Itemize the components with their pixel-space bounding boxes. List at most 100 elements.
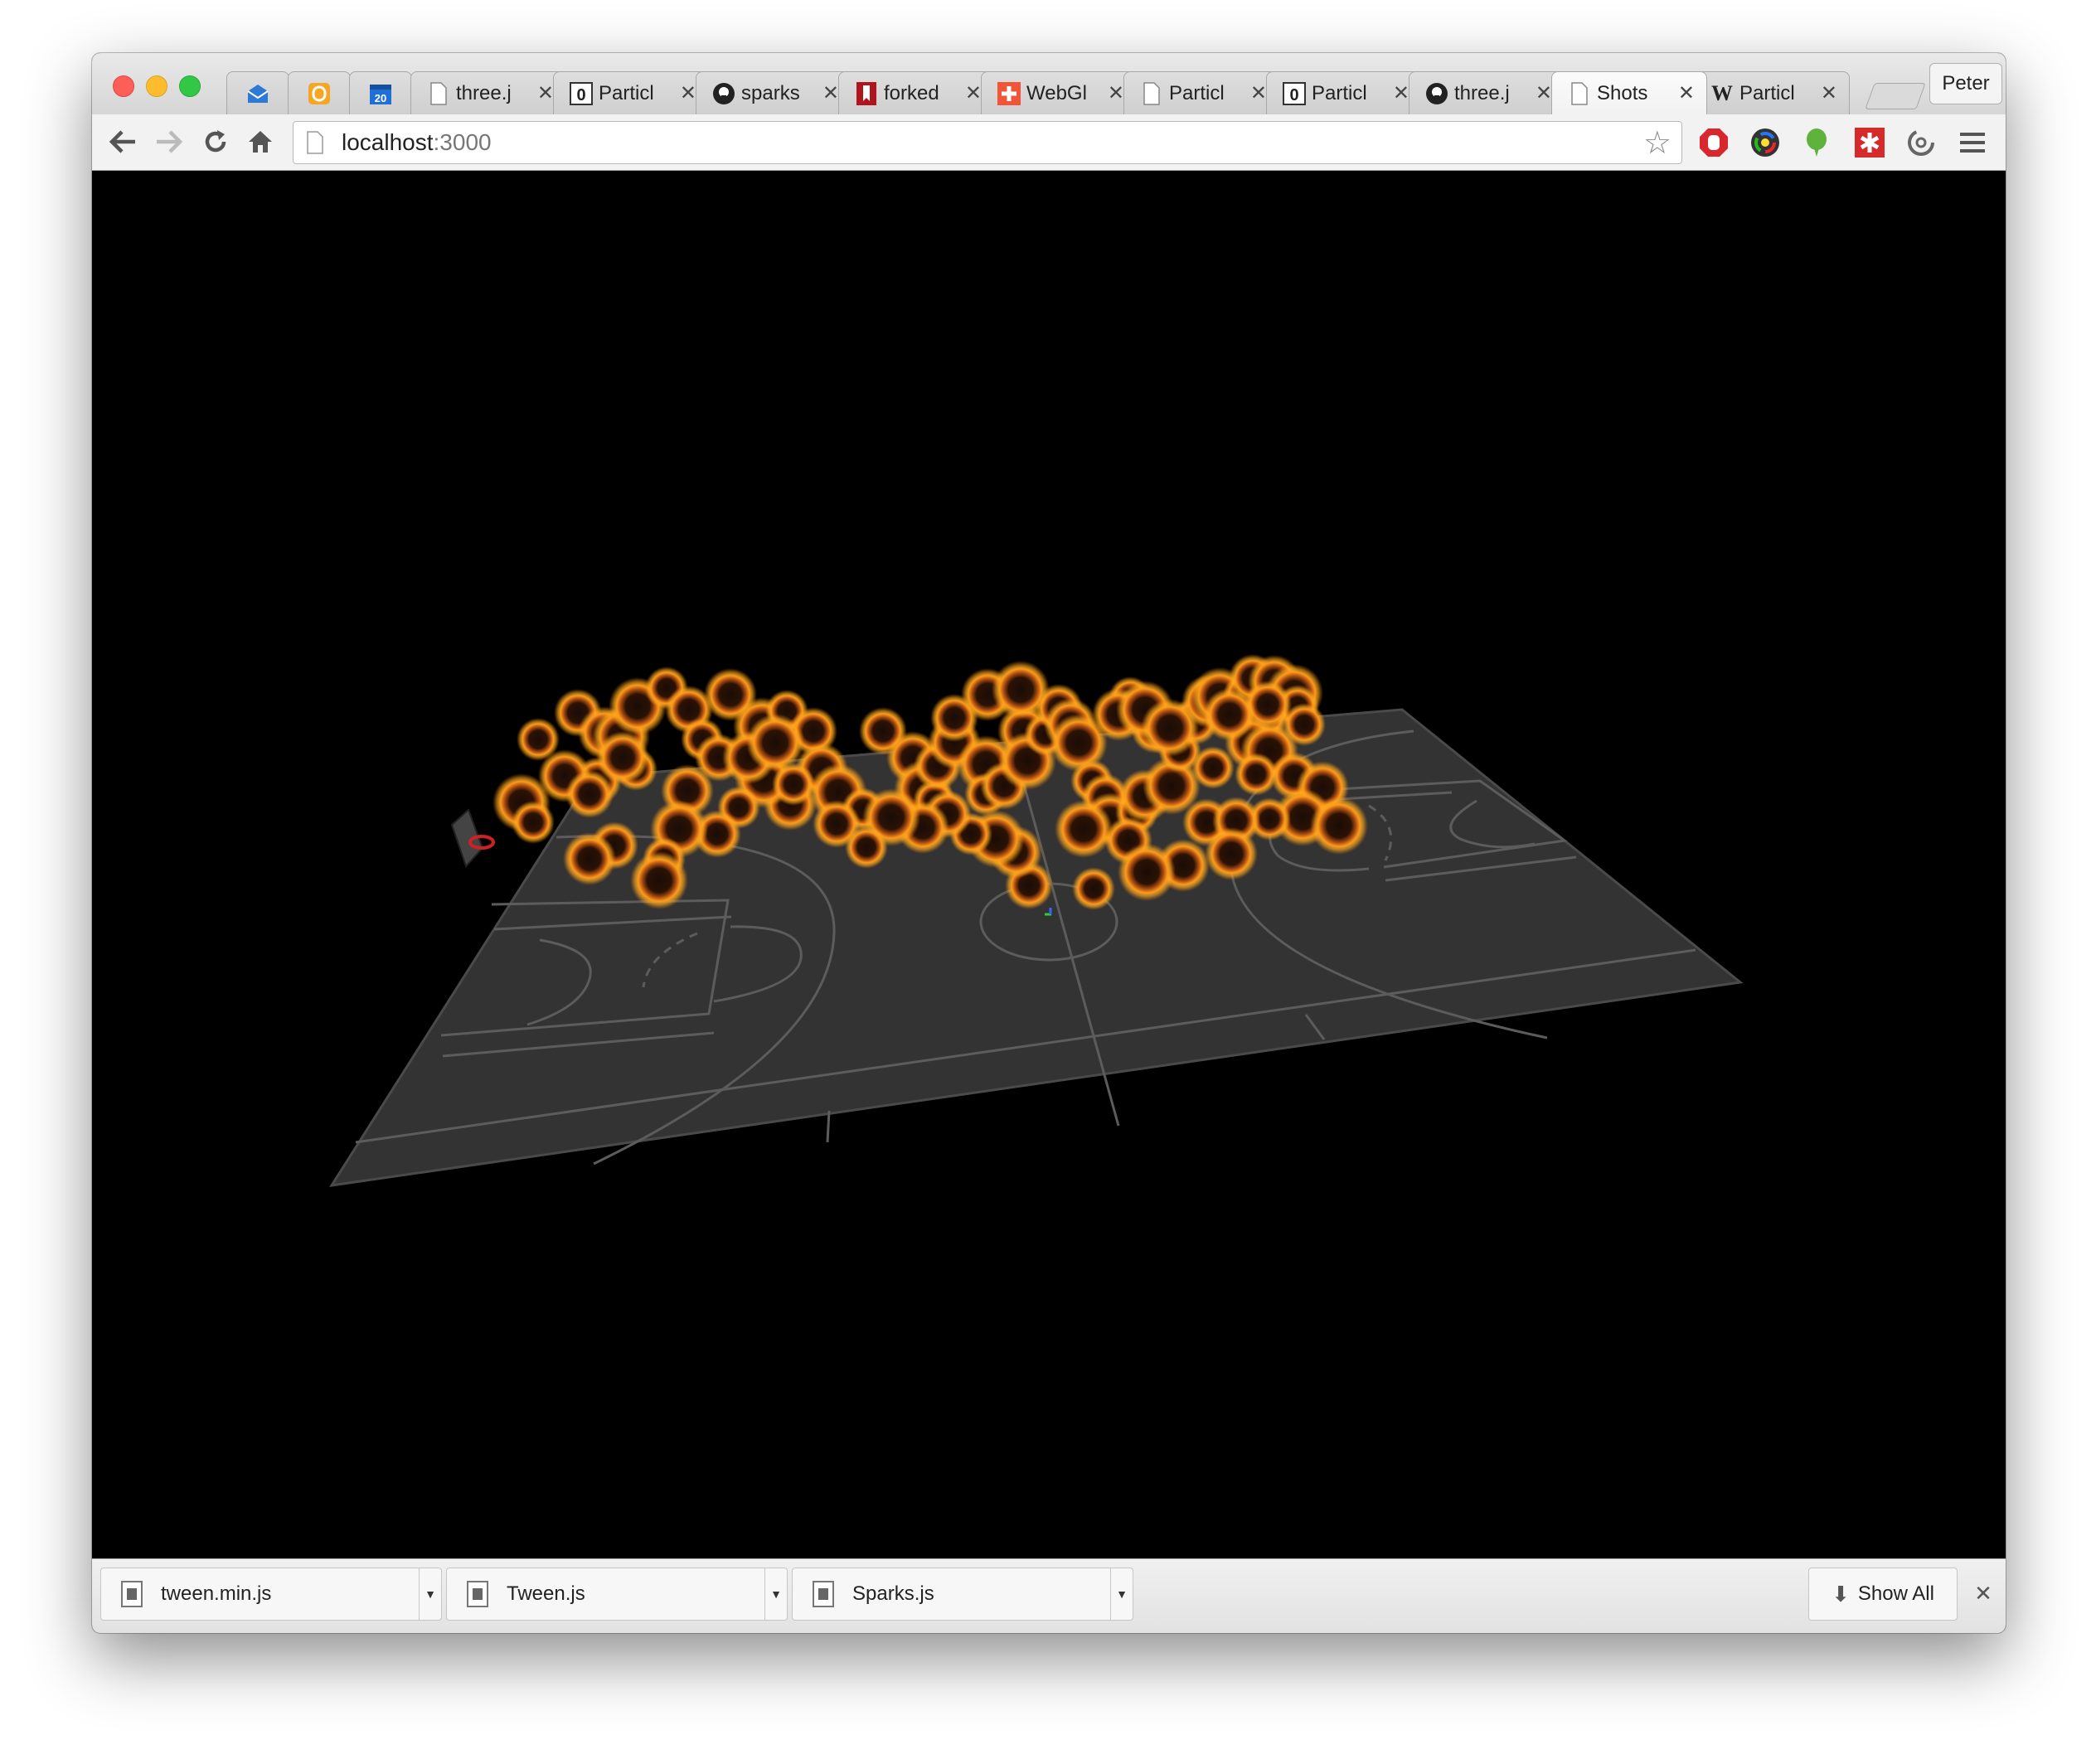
download-filename: Sparks.js [852, 1582, 934, 1605]
url-host: localhost [342, 129, 434, 155]
tab-particle-wiki[interactable]: W Particl ✕ [1694, 71, 1850, 114]
forward-button[interactable] [150, 123, 188, 161]
tab-label: Shots [1597, 81, 1648, 104]
tab-label: Particl [599, 81, 654, 104]
download-item[interactable]: Tween.js ▼ [446, 1568, 788, 1621]
toolbar: localhost:3000 ☆ [92, 114, 2006, 171]
home-icon [249, 131, 272, 153]
evernote-icon[interactable] [1800, 126, 1833, 159]
menu-icon[interactable] [1956, 126, 1989, 159]
bookmark-star-icon[interactable]: ☆ [1643, 124, 1671, 162]
calendar-icon: 20 [368, 81, 393, 106]
shot-particle [1203, 688, 1256, 741]
window-maximize-button[interactable] [179, 75, 201, 97]
window-minimize-button[interactable] [146, 75, 167, 97]
shot-particle [1191, 746, 1235, 789]
download-menu-arrow[interactable]: ▼ [764, 1568, 787, 1620]
tab-pinned-mailbox[interactable] [226, 71, 289, 114]
tab-close-icon[interactable]: ✕ [680, 81, 696, 105]
plus-red-icon [997, 81, 1021, 106]
tab-pinned-feedly[interactable] [288, 71, 351, 114]
github-icon [1424, 81, 1449, 106]
color-picker-icon[interactable] [1749, 126, 1782, 159]
download-menu-arrow[interactable]: ▼ [419, 1568, 441, 1620]
back-arrow-icon [109, 130, 135, 153]
svg-text:0: 0 [576, 86, 585, 104]
tab-label: Particl [1739, 81, 1795, 104]
asterisk-icon[interactable] [1853, 126, 1886, 159]
tab-webgl[interactable]: WebGl ✕ [981, 71, 1137, 114]
tab-close-icon[interactable]: ✕ [1108, 81, 1124, 105]
tab-close-icon[interactable]: ✕ [1250, 81, 1267, 105]
download-item[interactable]: tween.min.js ▼ [100, 1568, 442, 1621]
shot-particle [1205, 827, 1258, 880]
reload-button[interactable] [196, 123, 235, 161]
browser-window: 20 three.j ✕ 0 Particl ✕ sparks ✕ forked… [92, 53, 2006, 1633]
tab-particle-2[interactable]: Particl ✕ [1123, 71, 1279, 114]
window-close-button[interactable] [113, 75, 134, 97]
tab-label: three.j [1454, 81, 1510, 104]
file-icon [121, 1581, 143, 1607]
tab-close-icon[interactable]: ✕ [1678, 81, 1695, 105]
wikipedia-icon: W [1711, 80, 1733, 105]
tab-label: Particl [1312, 81, 1367, 104]
mailbox-icon [245, 81, 270, 106]
tab-label: three.j [456, 81, 512, 104]
tab-close-icon[interactable]: ✕ [822, 81, 839, 105]
home-button[interactable] [241, 123, 279, 161]
shot-particle [1072, 867, 1115, 910]
page-icon [1139, 81, 1164, 106]
zero-icon: 0 [1282, 81, 1307, 106]
back-button[interactable] [104, 123, 142, 161]
file-icon [467, 1581, 488, 1607]
shot-particle [563, 832, 616, 885]
show-all-downloads-button[interactable]: ⬇ Show All [1808, 1568, 1958, 1621]
tab-forked[interactable]: forked ✕ [838, 71, 994, 114]
shot-particle [1055, 800, 1113, 858]
shot-particle [772, 763, 815, 806]
reload-icon [205, 130, 226, 153]
url-text[interactable]: localhost:3000 [342, 129, 1643, 156]
download-menu-arrow[interactable]: ▼ [1110, 1568, 1133, 1620]
tab-pinned-calendar[interactable]: 20 [349, 71, 412, 114]
shot-particle [845, 826, 888, 869]
shot-particle [1310, 797, 1368, 855]
forward-arrow-icon [157, 130, 183, 153]
new-tab-button[interactable] [1865, 83, 1926, 109]
bookmark-red-icon [854, 81, 879, 106]
svg-text:0: 0 [1289, 86, 1298, 104]
tab-close-icon[interactable]: ✕ [1536, 81, 1552, 105]
webgl-canvas[interactable] [92, 171, 2006, 1558]
court-scene [328, 654, 1744, 1187]
tab-close-icon[interactable]: ✕ [1821, 81, 1837, 105]
shot-particle [630, 851, 688, 909]
tab-close-icon[interactable]: ✕ [537, 81, 554, 105]
shot-particle [512, 801, 555, 844]
zero-icon: 0 [569, 81, 594, 106]
tab-sparks[interactable]: sparks ✕ [696, 71, 852, 114]
address-bar[interactable]: localhost:3000 ☆ [293, 121, 1682, 164]
tab-shots[interactable]: Shots ✕ [1551, 71, 1707, 114]
page-icon [1567, 81, 1592, 106]
tab-close-icon[interactable]: ✕ [965, 81, 982, 105]
show-all-label: Show All [1857, 1582, 1934, 1605]
shot-particle [1141, 699, 1199, 757]
tab-close-icon[interactable]: ✕ [1393, 81, 1409, 105]
download-item[interactable]: Sparks.js ▼ [792, 1568, 1133, 1621]
tab-three-js-2[interactable]: three.j ✕ [1409, 71, 1565, 114]
tab-particle-3[interactable]: 0 Particl ✕ [1266, 71, 1422, 114]
download-filename: Tween.js [507, 1582, 585, 1605]
adblock-icon[interactable] [1697, 126, 1730, 159]
shot-particle [1118, 843, 1176, 901]
shot-particle [596, 731, 649, 784]
tab-three-js-1[interactable]: three.j ✕ [410, 71, 566, 114]
tab-particle-1[interactable]: 0 Particl ✕ [553, 71, 709, 114]
shot-particle [992, 661, 1050, 719]
page-icon [426, 81, 451, 106]
url-port: :3000 [433, 129, 492, 155]
calendar-badge: 20 [375, 92, 386, 104]
download-filename: tween.min.js [161, 1582, 272, 1605]
sync-icon[interactable] [1904, 126, 1938, 159]
profile-button[interactable]: Peter [1929, 63, 2002, 104]
close-downloads-icon[interactable]: ✕ [1971, 1581, 1996, 1606]
